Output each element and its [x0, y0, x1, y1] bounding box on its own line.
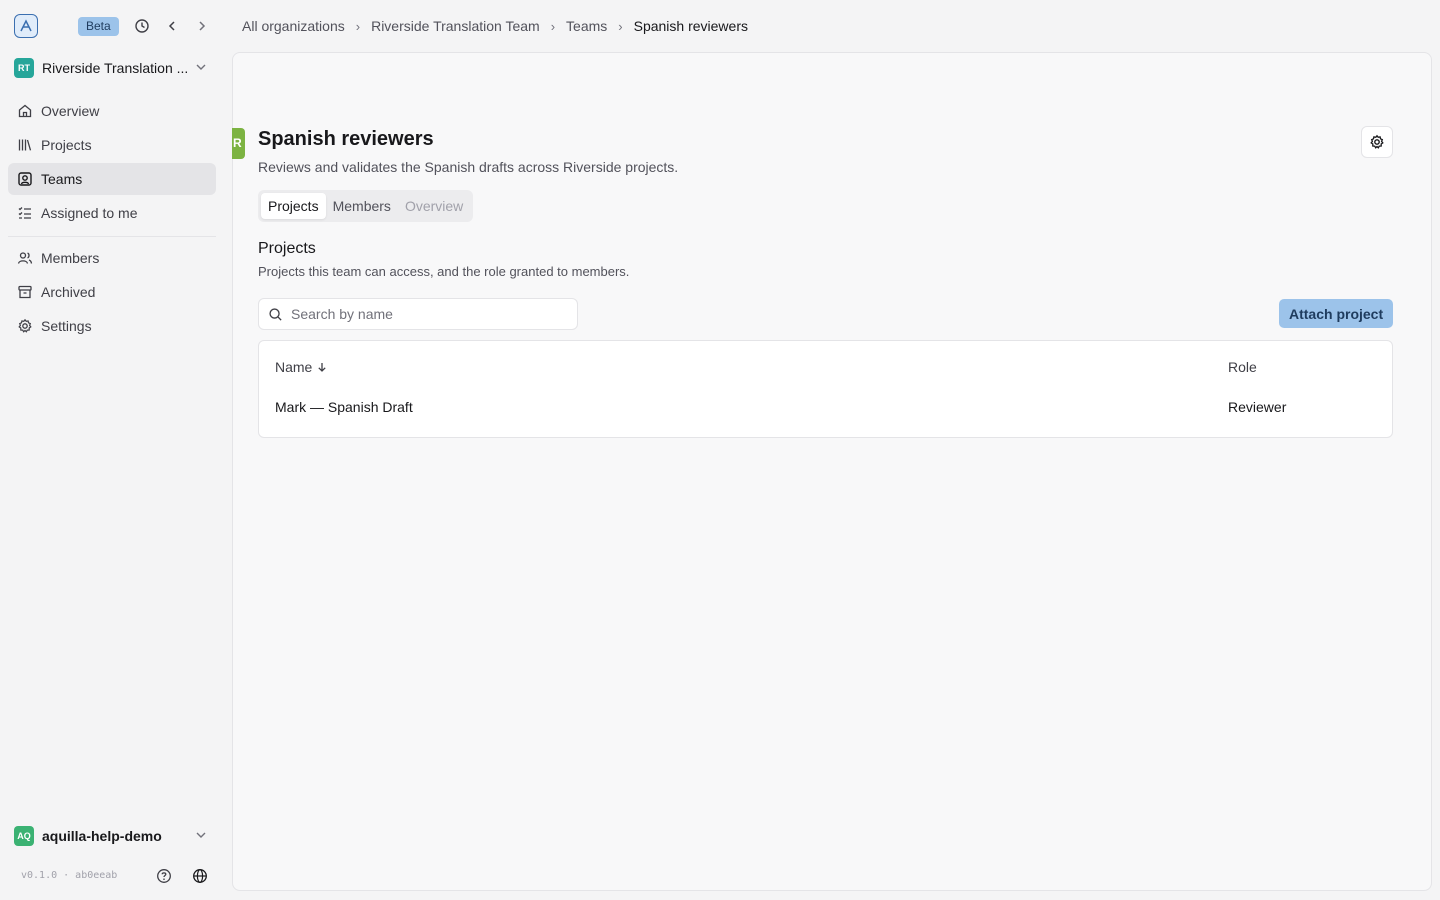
breadcrumb-organization[interactable]: Riverside Translation Team	[371, 18, 540, 34]
sidebar-item-settings[interactable]: Settings	[8, 310, 216, 342]
column-header-name[interactable]: Name	[275, 359, 328, 375]
team-settings-button[interactable]	[1361, 126, 1393, 158]
sidebar-item-assigned-to-me[interactable]: Assigned to me	[8, 197, 216, 229]
org-avatar: RT	[14, 58, 34, 78]
org-name: Riverside Translation ...	[42, 60, 189, 76]
beta-badge: Beta	[78, 17, 119, 36]
table-cell-project-name[interactable]: Mark — Spanish Draft	[275, 399, 413, 415]
org-switcher[interactable]: RT Riverside Translation ...	[14, 57, 214, 79]
globe-icon[interactable]	[190, 866, 210, 886]
breadcrumb-current: Spanish reviewers	[633, 18, 748, 34]
projects-table: Name Role Mark — Spanish Draft Reviewer	[258, 340, 1393, 438]
app-logo-icon[interactable]	[14, 14, 38, 38]
section-description: Projects this team can access, and the r…	[258, 264, 630, 279]
search-input[interactable]	[291, 306, 561, 322]
chevron-down-icon	[194, 60, 208, 77]
user-avatar: AQ	[14, 826, 34, 846]
column-header-label: Name	[275, 359, 313, 375]
team-avatar: R	[232, 128, 245, 159]
breadcrumb-teams[interactable]: Teams	[566, 18, 607, 34]
user-switcher[interactable]: AQ aquilla-help-demo	[14, 825, 214, 847]
tab-overview: Overview	[404, 198, 464, 214]
user-name: aquilla-help-demo	[42, 828, 162, 844]
page-description: Reviews and validates the Spanish drafts…	[258, 159, 679, 175]
sidebar-item-archived[interactable]: Archived	[8, 276, 216, 308]
search-icon	[269, 307, 282, 321]
breadcrumb-all-organizations[interactable]: All organizations	[242, 18, 345, 34]
gear-icon	[18, 318, 32, 333]
gear-icon	[1370, 134, 1384, 149]
back-icon[interactable]	[162, 16, 182, 36]
sidebar-item-teams[interactable]: Teams	[8, 163, 216, 195]
table-cell-role: Reviewer	[1228, 399, 1287, 415]
main-panel: R Spanish reviewers Reviews and validate…	[232, 52, 1432, 891]
sidebar-item-members[interactable]: Members	[8, 242, 216, 274]
users-icon	[17, 252, 33, 264]
section-title: Projects	[258, 240, 316, 257]
attach-project-button[interactable]: Attach project	[1279, 299, 1394, 328]
sidebar-item-label: Projects	[41, 137, 92, 153]
contact-square-icon	[18, 172, 32, 186]
chevron-down-icon	[194, 828, 208, 845]
breadcrumb-separator: ›	[618, 18, 623, 34]
sidebar-item-label: Members	[41, 250, 100, 266]
search-field[interactable]	[258, 298, 578, 330]
sidebar-item-label: Teams	[41, 171, 83, 187]
primary-nav: Overview Projects Teams Assigned to me	[8, 95, 216, 231]
team-tabs: Projects Members Overview	[258, 190, 474, 222]
sidebar-item-label: Overview	[41, 103, 100, 119]
sidebar-item-label: Assigned to me	[41, 205, 138, 221]
forward-icon[interactable]	[192, 16, 212, 36]
sidebar-item-label: Settings	[41, 318, 92, 334]
archive-icon	[18, 285, 32, 299]
breadcrumb-separator: ›	[355, 18, 361, 34]
nav-divider	[8, 236, 216, 237]
breadcrumb-separator: ›	[550, 18, 556, 34]
library-icon	[18, 139, 32, 151]
sidebar-item-label: Archived	[41, 284, 96, 300]
tab-members[interactable]: Members	[326, 193, 398, 219]
list-checks-icon	[18, 207, 31, 219]
column-header-role: Role	[1228, 359, 1257, 375]
tab-projects[interactable]: Projects	[261, 193, 326, 219]
sidebar: Beta RT Riverside Translation ... Overvi…	[0, 0, 232, 900]
home-icon	[18, 104, 32, 118]
sidebar-item-projects[interactable]: Projects	[8, 129, 216, 161]
help-icon[interactable]	[154, 866, 174, 886]
breadcrumb: All organizations › Riverside Translatio…	[242, 17, 748, 35]
sidebar-item-overview[interactable]: Overview	[8, 95, 216, 127]
page-title: Spanish reviewers	[258, 128, 434, 150]
secondary-nav: Members Archived Settings	[8, 242, 216, 344]
arrow-down-icon	[318, 363, 327, 372]
history-icon[interactable]	[132, 16, 152, 36]
app-logo-wrapper[interactable]	[14, 14, 38, 38]
version-label: v0.1.0 · ab0eeab	[21, 870, 118, 881]
